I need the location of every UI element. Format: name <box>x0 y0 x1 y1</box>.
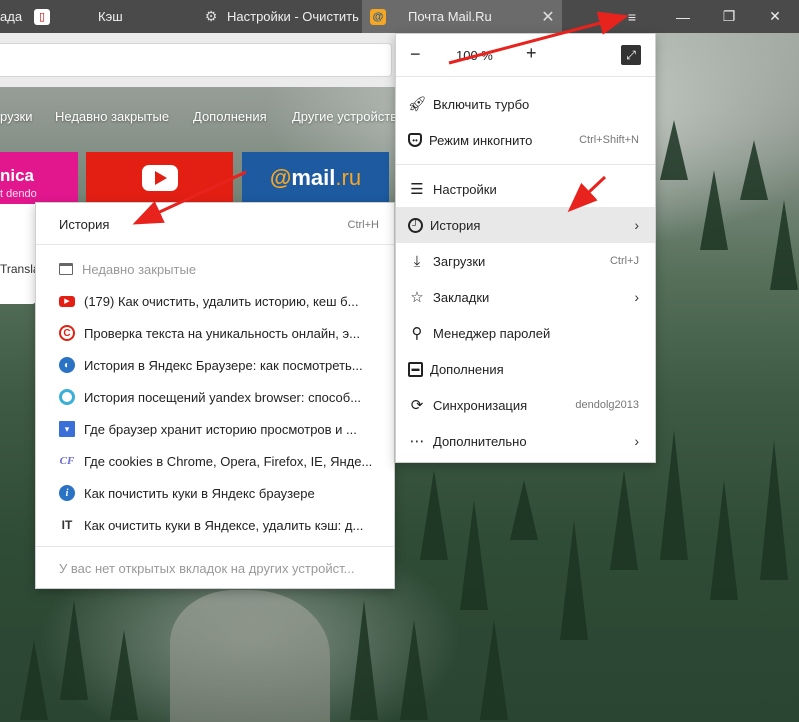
history-item[interactable]: i Как почистить куки в Яндекс браузере <box>36 477 394 509</box>
bookmark-favicon-icon: ▾ <box>59 421 75 437</box>
chevron-right-icon: › <box>634 433 639 449</box>
menu-item-sync[interactable]: ⟳ Синхронизация dendolg2013 <box>396 387 655 423</box>
download-icon: ⤓ <box>413 252 421 270</box>
history-item[interactable]: C Проверка текста на уникальность онлайн… <box>36 317 394 349</box>
mailru-logo: @mail.ru <box>269 165 362 190</box>
rocket-icon: 🚀︎ <box>407 96 427 113</box>
zoom-row: − 100 % + ⤢ <box>396 34 655 77</box>
zoom-out-button[interactable]: − <box>410 44 421 65</box>
cf-favicon-icon: CF <box>59 455 75 467</box>
tile-sub-text: Transla <box>0 262 40 276</box>
address-input[interactable] <box>0 43 392 77</box>
history-header[interactable]: История Ctrl+H <box>36 203 394 245</box>
other-devices-footer: У вас нет открытых вкладок на других уст… <box>36 546 394 588</box>
zoom-in-button[interactable]: + <box>526 43 537 64</box>
recently-closed-header: Недавно закрытые <box>36 253 394 285</box>
gear-icon: ⚙ <box>204 8 218 24</box>
rock-cliff <box>170 590 330 722</box>
history-title: История <box>59 217 110 232</box>
tile-sub-panel: Transla <box>0 204 40 304</box>
history-submenu: История Ctrl+H Недавно закрытые ▶ (179) … <box>35 202 395 589</box>
globe-favicon-icon: ◐ <box>59 357 75 373</box>
tab-1[interactable]: ада <box>0 0 30 33</box>
browser-main-menu: − 100 % + ⤢ 🚀︎ Включить турбо •• Режим и… <box>395 33 656 463</box>
star-icon: ☆ <box>410 289 424 306</box>
history-item[interactable]: CF Где cookies в Chrome, Opera, Firefox,… <box>36 445 394 477</box>
history-item[interactable]: ▶ (179) Как очистить, удалить историю, к… <box>36 285 394 317</box>
menu-item-settings[interactable]: ☰ Настройки <box>396 171 655 207</box>
history-item[interactable]: ▾ Где браузер хранит историю просмотров … <box>36 413 394 445</box>
restore-button[interactable]: ❐ <box>706 0 752 33</box>
tab-bar: ада ▯ Кэш ⚙ Настройки - Очистить @ Почта… <box>0 0 799 33</box>
close-window-button[interactable]: ✕ <box>752 0 798 33</box>
extensions-icon: ▬ <box>408 361 423 377</box>
clock-icon: ┘ <box>408 217 423 233</box>
main-menu-button[interactable]: ≡ <box>609 0 655 33</box>
newtab-devices-link[interactable]: Другие устройств <box>292 109 397 124</box>
menu-item-history[interactable]: ┘ История › <box>396 207 655 243</box>
tile-sub-label: t dendo <box>0 188 37 200</box>
tile-1[interactable]: nica t dendo <box>0 152 78 204</box>
tab-label: ада <box>0 9 23 24</box>
menu-item-incognito[interactable]: •• Режим инкогнито Ctrl+Shift+N <box>396 122 655 158</box>
bookmark-favicon-icon: ▯ <box>34 8 50 25</box>
menu-item-bookmarks[interactable]: ☆ Закладки › <box>396 279 655 315</box>
history-item[interactable]: История посещений yandex browser: способ… <box>36 381 394 413</box>
incognito-icon: •• <box>408 133 422 147</box>
fullscreen-icon[interactable]: ⤢ <box>621 45 641 65</box>
tab-3[interactable]: ⚙ Настройки - Очистить <box>203 0 361 33</box>
tab-4-active[interactable]: @ Почта Mail.Ru <box>362 0 534 33</box>
menu-item-extensions[interactable]: ▬ Дополнения <box>396 351 655 387</box>
more-icon: ⋯ <box>409 433 425 450</box>
tile-label: nica <box>0 166 35 185</box>
tab-label: Настройки - Очистить <box>227 9 359 24</box>
history-item[interactable]: IT Как очистить куки в Яндексе, удалить … <box>36 509 394 541</box>
tab-2[interactable]: ▯ Кэш <box>34 0 194 33</box>
youtube-logo-icon <box>141 165 178 191</box>
newtab-menu: рузки Недавно закрытые Дополнения Другие… <box>0 87 400 147</box>
youtube-favicon-icon: ▶ <box>59 295 75 307</box>
tile-mailru[interactable]: @mail.ru <box>242 152 389 204</box>
sync-icon: ⟳ <box>410 397 424 414</box>
menu-item-more[interactable]: ⋯ Дополнительно › <box>396 423 655 459</box>
ring-favicon-icon <box>59 389 75 405</box>
history-shortcut: Ctrl+H <box>347 219 379 231</box>
window-icon <box>59 263 73 275</box>
chevron-right-icon: › <box>634 289 639 305</box>
tab-close-icon[interactable]: ✕ <box>534 0 562 33</box>
address-bar-area <box>0 33 400 87</box>
newtab-recent-link[interactable]: Недавно закрытые <box>55 109 169 124</box>
settings-sliders-icon: ☰ <box>410 181 424 198</box>
mail-favicon-icon: @ <box>370 8 386 25</box>
info-favicon-icon: i <box>59 485 75 501</box>
zoom-level: 100 % <box>456 48 493 63</box>
copyright-favicon-icon: C <box>59 325 75 341</box>
tab-label: Почта Mail.Ru <box>408 9 492 24</box>
newtab-downloads-link[interactable]: рузки <box>0 109 33 124</box>
newtab-addons-link[interactable]: Дополнения <box>193 109 267 124</box>
menu-item-passwords[interactable]: ⚲ Менеджер паролей <box>396 315 655 351</box>
tile-youtube[interactable] <box>86 152 233 204</box>
it-favicon-icon: IT <box>61 518 73 532</box>
minimize-button[interactable]: — <box>660 0 706 33</box>
menu-item-downloads[interactable]: ⤓ Загрузки Ctrl+J <box>396 243 655 279</box>
key-icon: ⚲ <box>411 325 423 342</box>
menu-item-turbo[interactable]: 🚀︎ Включить турбо <box>396 86 655 122</box>
history-item[interactable]: ◐ История в Яндекс Браузере: как посмотр… <box>36 349 394 381</box>
chevron-right-icon: › <box>634 217 639 233</box>
tab-label: Кэш <box>98 9 123 24</box>
